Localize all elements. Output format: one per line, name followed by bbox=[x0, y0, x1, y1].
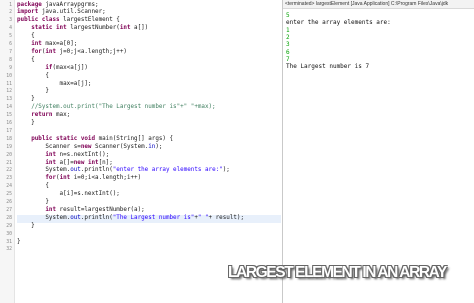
line-number: 15 bbox=[6, 113, 12, 119]
code-line[interactable]: Scanner s=new Scanner(System.in); bbox=[17, 144, 281, 152]
line-number: 27 bbox=[6, 207, 12, 213]
code-line[interactable]: package javaArraypgrms; bbox=[17, 2, 281, 10]
code-line[interactable] bbox=[17, 128, 281, 136]
line-number: 5 bbox=[9, 34, 12, 40]
line-number-gutter: 1 2 3 4 5 6 7 8 9 10 11 12 13 14 15 16 17 18 19 20 21 22 23 24 2… bbox=[0, 0, 15, 303]
console-input-line: 2 bbox=[286, 33, 290, 41]
line-number: 11 bbox=[6, 81, 12, 87]
code-line[interactable]: { bbox=[17, 33, 281, 41]
line-number: 21 bbox=[6, 160, 12, 166]
line-number: 18 bbox=[6, 136, 12, 142]
code-line[interactable]: static int largestNumber(int a[]) bbox=[17, 25, 281, 33]
code-line[interactable]: for(int j=0;j<a.length;j++) bbox=[17, 49, 281, 57]
code-editor[interactable]: 1 2 3 4 5 6 7 8 9 10 11 12 13 14 15 16 17 18 19 20 21 22 23 24 2… bbox=[0, 0, 282, 303]
line-number: 19 bbox=[6, 144, 12, 150]
code-line[interactable]: { bbox=[17, 73, 281, 81]
code-line[interactable]: } bbox=[17, 120, 281, 128]
line-number: 13 bbox=[6, 97, 12, 103]
line-number: 29 bbox=[6, 223, 12, 229]
console-input-line: 7 bbox=[286, 55, 290, 63]
code-line[interactable]: return max; bbox=[17, 112, 281, 120]
code-line[interactable]: { bbox=[17, 183, 281, 191]
line-number: 12 bbox=[6, 89, 12, 95]
caption-overlay: LARGEST ELEMENT IN AN ARRAY bbox=[228, 264, 447, 281]
line-number: 4 bbox=[9, 26, 12, 32]
console-output-line: The Largest number is 7 bbox=[286, 63, 370, 71]
line-number: 25 bbox=[6, 192, 12, 198]
console-panel[interactable]: <terminated> largestElement [Java Applic… bbox=[283, 0, 474, 303]
code-line[interactable]: { bbox=[17, 57, 281, 65]
line-number: 22 bbox=[6, 168, 12, 174]
code-line[interactable]: int max=a[0]; bbox=[17, 41, 281, 49]
line-number: 23 bbox=[6, 176, 12, 182]
line-number: 6 bbox=[9, 42, 12, 47]
code-line[interactable]: } bbox=[17, 199, 281, 207]
console-input-line: 5 bbox=[286, 12, 290, 19]
code-line[interactable]: } bbox=[17, 88, 281, 96]
code-line[interactable]: System.out.println("The Largest number i… bbox=[17, 214, 281, 223]
code-line[interactable] bbox=[17, 231, 281, 239]
code-line[interactable]: //System.out.print("The Largest number i… bbox=[17, 104, 281, 112]
line-number: 17 bbox=[6, 128, 12, 134]
line-number: 2 bbox=[9, 10, 12, 16]
code-line[interactable]: } bbox=[17, 239, 281, 247]
code-line[interactable]: import java.util.Scanner; bbox=[17, 9, 281, 17]
code-line[interactable]: if(max<a[j]) bbox=[17, 65, 281, 73]
code-line[interactable]: System.out.println("enter the array elem… bbox=[17, 167, 281, 175]
line-number: 24 bbox=[6, 184, 12, 190]
line-number: 20 bbox=[6, 152, 12, 158]
line-number: 7 bbox=[9, 49, 12, 55]
line-number: 1 bbox=[9, 2, 12, 8]
line-number: 26 bbox=[6, 200, 12, 205]
code-line[interactable]: max=a[j]; bbox=[17, 81, 281, 89]
console-output-line: enter the array elements are: bbox=[286, 19, 391, 27]
line-number: 31 bbox=[6, 239, 12, 245]
line-number: 32 bbox=[6, 247, 12, 253]
console-input-line: 6 bbox=[286, 48, 290, 56]
code-line[interactable]: int n=s.nextInt(); bbox=[17, 152, 281, 160]
line-number: 16 bbox=[6, 121, 12, 126]
code-line[interactable]: } bbox=[17, 223, 281, 231]
console-input-line: 1 bbox=[286, 26, 290, 34]
line-number: 3 bbox=[9, 18, 12, 24]
line-number: 14 bbox=[6, 105, 12, 111]
console-header: <terminated> largestElement [Java Applic… bbox=[283, 0, 474, 9]
code-line[interactable]: int result=largestNumber(a); bbox=[17, 207, 281, 215]
line-number: 30 bbox=[6, 231, 12, 237]
code-line[interactable]: int a[]=new int[n]; bbox=[17, 160, 281, 168]
line-number: 9 bbox=[9, 65, 12, 71]
code-line[interactable]: a[i]=s.nextInt(); bbox=[17, 191, 281, 199]
console-input-line: 3 bbox=[286, 41, 290, 49]
line-number: 28 bbox=[6, 215, 12, 221]
code-line[interactable] bbox=[17, 246, 281, 254]
code-line[interactable]: } bbox=[17, 96, 281, 104]
line-number: 8 bbox=[9, 57, 12, 63]
code-line[interactable]: for(int i=0;i<a.length;i++) bbox=[17, 175, 281, 183]
code-line[interactable]: public static void main(String[] args) { bbox=[17, 136, 281, 144]
line-number: 10 bbox=[6, 73, 12, 79]
code-line[interactable]: public class largestElement { bbox=[17, 17, 281, 25]
